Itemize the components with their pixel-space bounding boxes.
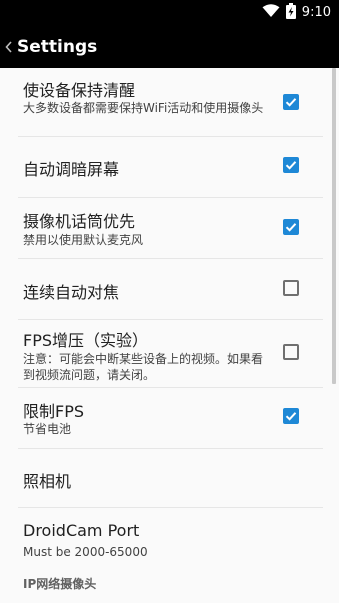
checkbox-checked-icon bbox=[285, 98, 297, 107]
setting-title: 自动调暗屏幕 bbox=[23, 160, 120, 179]
setting-summary: 禁用以使用默认麦克风 bbox=[23, 233, 144, 247]
setting-keep-awake[interactable]: 使设备保持清醒 大多数设备都需要保持WiFi活动和使用摄像头 bbox=[0, 68, 339, 136]
setting-summary: 注意：可能会中断某些设备上的视频。如果看到视频流问题，请关闭。 bbox=[23, 352, 264, 382]
status-icons: 9:10 bbox=[262, 2, 331, 23]
setting-droidcam-port[interactable]: DroidCam Port Must be 2000-65000 bbox=[0, 508, 339, 566]
setting-continuous-autofocus[interactable]: 连续自动对焦 bbox=[0, 259, 339, 319]
back-chevron-icon[interactable] bbox=[0, 25, 16, 68]
setting-limit-fps[interactable]: 限制FPS 节省电池 bbox=[0, 388, 339, 448]
setting-title: 限制FPS bbox=[23, 402, 85, 421]
battery-charging-icon bbox=[285, 2, 296, 23]
setting-summary: 大多数设备都需要保持WiFi活动和使用摄像头 bbox=[23, 101, 264, 115]
status-time: 9:10 bbox=[301, 5, 331, 20]
wifi-icon bbox=[262, 3, 280, 22]
auto-dim-checkbox[interactable] bbox=[283, 157, 299, 173]
page-title: Settings bbox=[17, 36, 98, 57]
setting-title: FPS增压（实验） bbox=[23, 331, 149, 350]
setting-title: 连续自动对焦 bbox=[23, 283, 120, 302]
checkbox-checked-icon bbox=[285, 223, 297, 232]
fps-boost-checkbox[interactable] bbox=[283, 344, 299, 360]
setting-auto-dim[interactable]: 自动调暗屏幕 bbox=[0, 137, 339, 197]
app-bar: Settings bbox=[0, 25, 339, 68]
setting-summary: Must be 2000-65000 bbox=[23, 545, 148, 559]
limit-fps-checkbox[interactable] bbox=[283, 408, 299, 424]
setting-title: 照相机 bbox=[23, 472, 72, 491]
checkbox-checked-icon bbox=[285, 161, 297, 170]
camera-mic-checkbox[interactable] bbox=[283, 219, 299, 235]
setting-title: 使设备保持清醒 bbox=[23, 81, 136, 100]
status-bar: 9:10 bbox=[0, 0, 339, 25]
continuous-autofocus-checkbox[interactable] bbox=[283, 280, 299, 296]
setting-fps-boost[interactable]: FPS增压（实验） 注意：可能会中断某些设备上的视频。如果看到视频流问题，请关闭… bbox=[0, 320, 339, 387]
setting-summary: 节省电池 bbox=[23, 422, 72, 436]
setting-title: DroidCam Port bbox=[23, 521, 140, 540]
setting-title: 摄像机话筒优先 bbox=[23, 212, 136, 231]
settings-list[interactable]: 使设备保持清醒 大多数设备都需要保持WiFi活动和使用摄像头 自动调暗屏幕 摄像… bbox=[0, 68, 339, 603]
scrollbar[interactable] bbox=[332, 68, 336, 384]
checkbox-checked-icon bbox=[285, 412, 297, 421]
section-header-ip-webcam: IP网络摄像头 bbox=[23, 577, 97, 591]
keep-awake-checkbox[interactable] bbox=[283, 94, 299, 110]
setting-camera[interactable]: 照相机 bbox=[0, 449, 339, 507]
setting-camera-mic[interactable]: 摄像机话筒优先 禁用以使用默认麦克风 bbox=[0, 198, 339, 258]
